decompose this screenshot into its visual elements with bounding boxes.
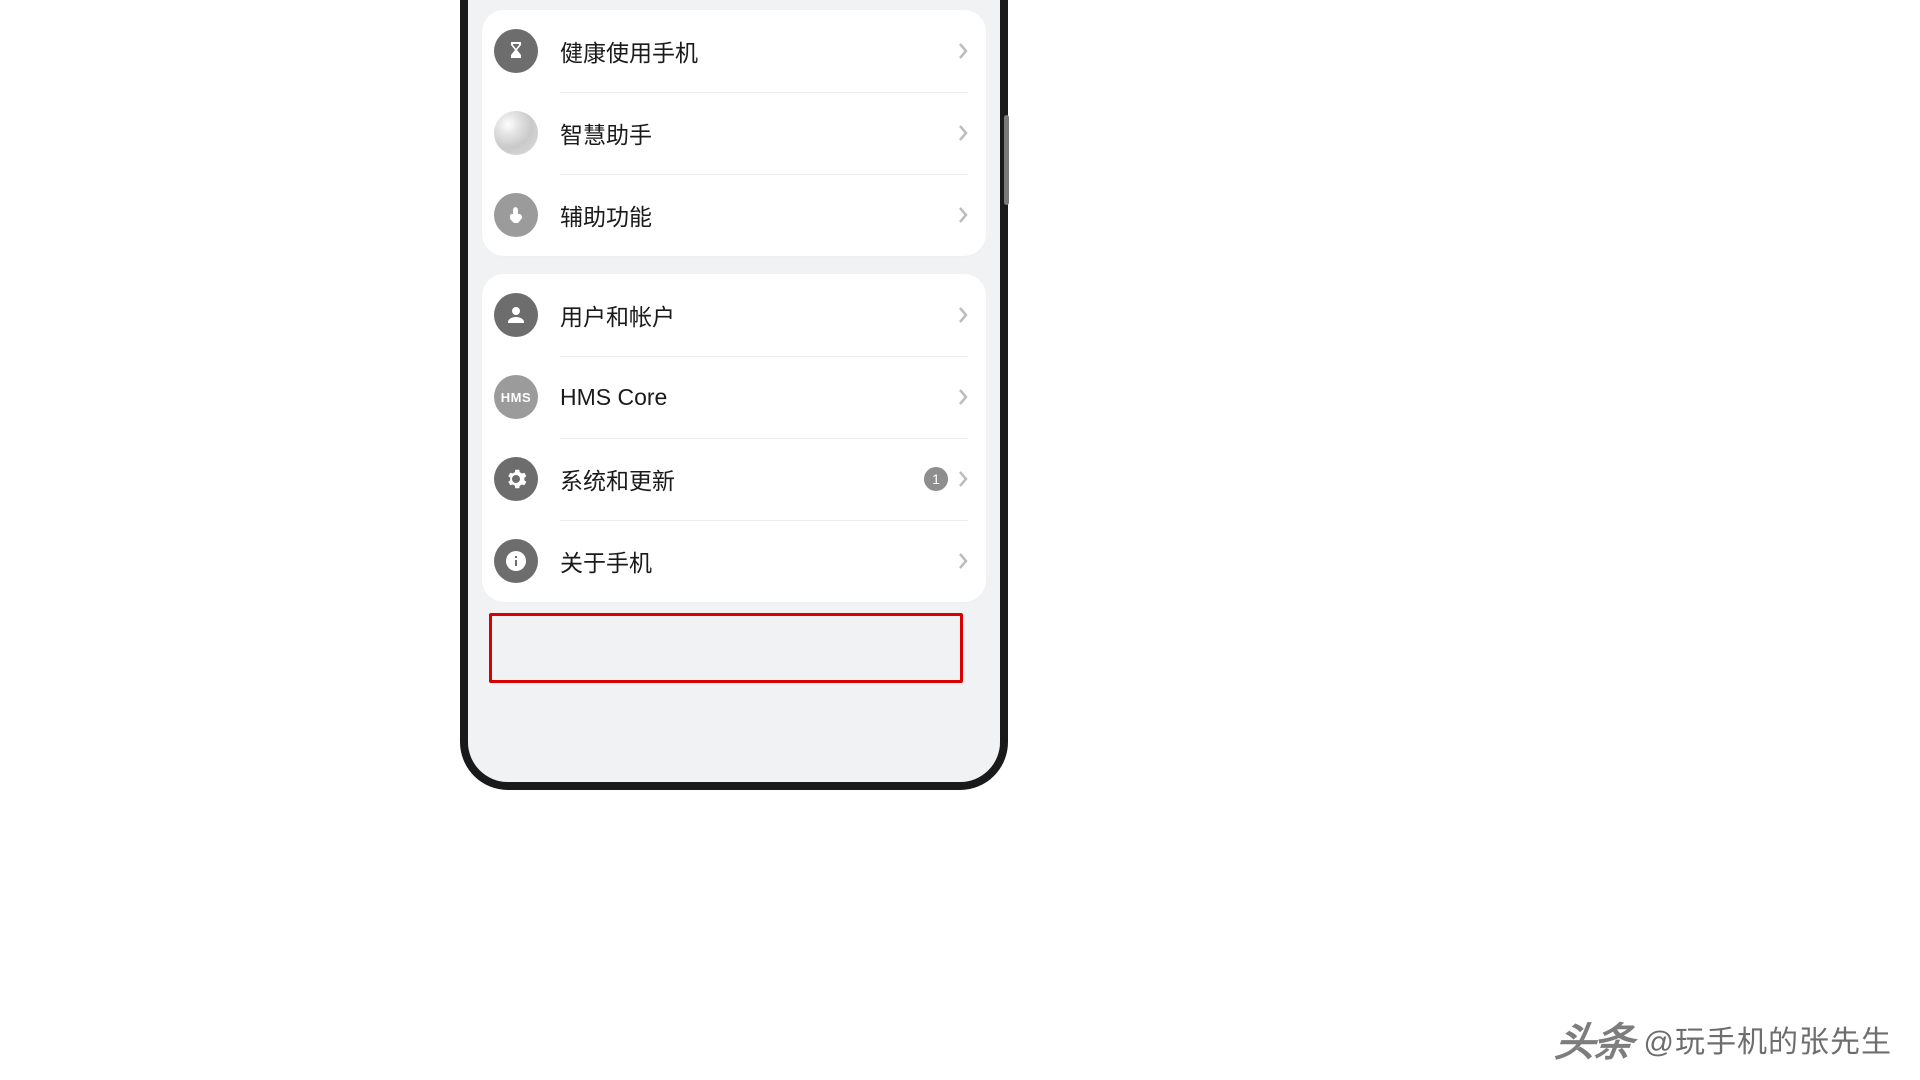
settings-row-users-accounts[interactable]: 用户和帐户 [482,274,986,356]
settings-row-label: HMS Core [560,384,958,411]
settings-row-label: 用户和帐户 [560,298,958,332]
gear-icon [494,457,538,501]
hourglass-icon [494,29,538,73]
settings-row-system-update[interactable]: 系统和更新 1 [482,438,986,520]
settings-group-system: 用户和帐户 HMS HMS Core 系统和更新 1 [482,274,986,602]
settings-row-accessibility[interactable]: 辅助功能 [482,174,986,256]
phone-screen: 安全 隐私 健康使用手机 智慧助手 [468,0,1000,782]
chevron-right-icon [958,124,968,142]
chevron-right-icon [958,306,968,324]
hms-icon: HMS [494,375,538,419]
chevron-right-icon [958,552,968,570]
settings-row-label: 关于手机 [560,544,958,578]
chevron-right-icon [958,42,968,60]
chevron-right-icon [958,470,968,488]
watermark: 头条 @玩手机的张先生 [1556,1010,1892,1068]
settings-row-digital-balance[interactable]: 健康使用手机 [482,10,986,92]
touch-icon [494,193,538,237]
hms-icon-text: HMS [501,390,531,405]
chevron-right-icon [958,206,968,224]
sphere-icon [494,111,538,155]
settings-row-label: 系统和更新 [560,462,924,496]
settings-group-wellbeing-assist: 健康使用手机 智慧助手 辅助功能 [482,10,986,256]
watermark-logo: 头条 [1551,1010,1635,1068]
phone-mockup-frame: 安全 隐私 健康使用手机 智慧助手 [460,0,1008,790]
chevron-right-icon [958,388,968,406]
settings-row-label: 辅助功能 [560,198,958,232]
settings-row-about-phone[interactable]: 关于手机 [482,520,986,602]
watermark-attribution: @玩手机的张先生 [1644,1017,1892,1061]
phone-side-button [1004,115,1009,205]
info-icon [494,539,538,583]
settings-row-smart-assistant[interactable]: 智慧助手 [482,92,986,174]
settings-row-label: 智慧助手 [560,116,958,150]
settings-row-hms-core[interactable]: HMS HMS Core [482,356,986,438]
user-icon [494,293,538,337]
notification-badge: 1 [924,467,948,491]
settings-row-label: 健康使用手机 [560,34,958,68]
